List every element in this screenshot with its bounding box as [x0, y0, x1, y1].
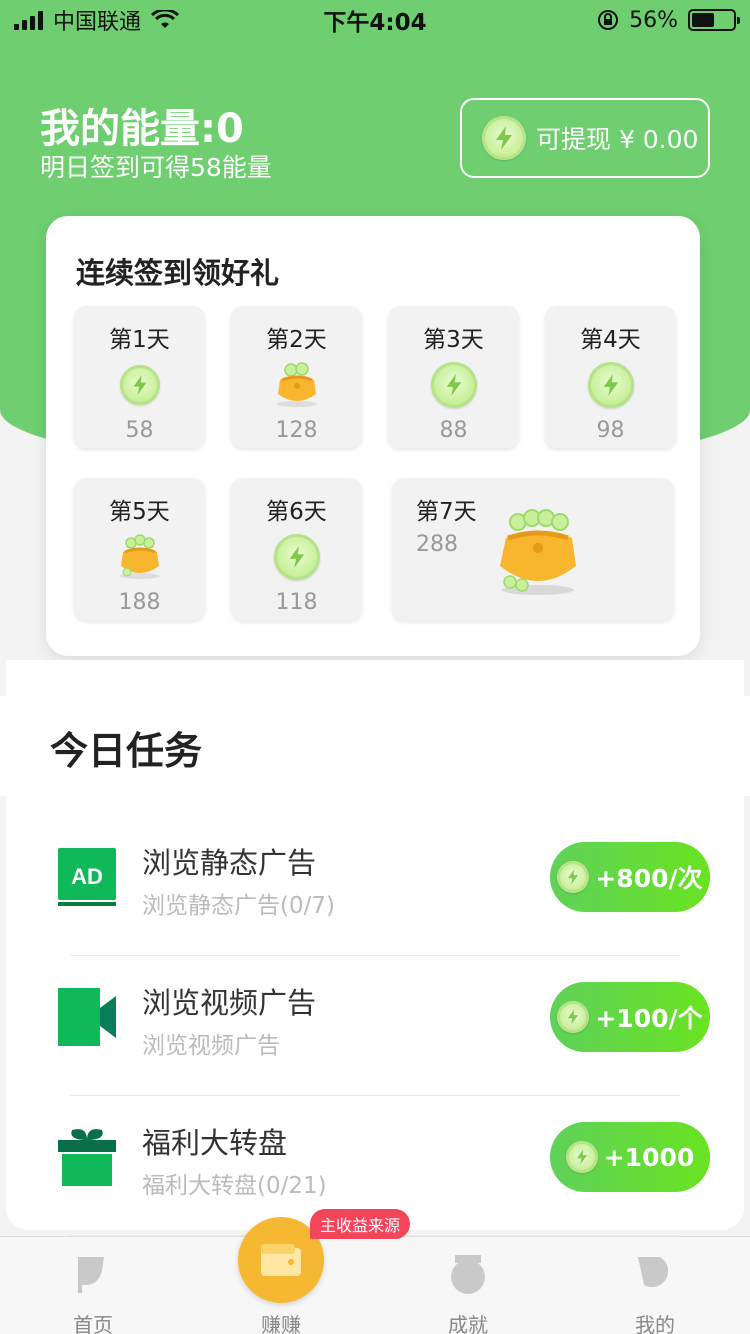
signin-title: 连续签到领好礼	[76, 256, 280, 290]
day-value: 58	[125, 418, 154, 443]
task-reward-label: +800/次	[595, 864, 703, 893]
task-row-static-ad[interactable]: AD 浏览静态广告 浏览静态广告(0/7) +800/次	[56, 816, 710, 956]
tab-label: 首页	[73, 1313, 113, 1334]
tab-label: 我的	[635, 1313, 675, 1334]
status-bar: 中国联通 下午4:04 56%	[0, 0, 750, 40]
big-money-bag-icon	[500, 509, 576, 595]
signin-day-6[interactable]: 第6天 118	[231, 478, 362, 620]
wallet-icon	[261, 1244, 301, 1276]
signin-day-5[interactable]: 第5天 188	[74, 478, 205, 620]
coin-icon	[557, 861, 590, 893]
day-value: 88	[439, 418, 468, 443]
svg-text:AD: AD	[71, 864, 103, 889]
tab-achievement[interactable]: 成就	[408, 1237, 528, 1334]
energy-subtitle: 明日签到可得58能量	[40, 153, 272, 182]
tasks-header: 今日任务	[0, 696, 750, 796]
task-desc: 福利大转盘(0/21)	[142, 1173, 327, 1199]
task-reward-label: +1000	[603, 1142, 695, 1172]
video-icon	[56, 986, 118, 1048]
coin-icon	[430, 362, 477, 408]
coin-icon	[273, 534, 320, 580]
signin-day-1[interactable]: 第1天 58	[74, 306, 205, 448]
battery-icon	[688, 9, 740, 31]
tab-bar: 首页 赚赚 主收益来源 成就 我的	[0, 1209, 750, 1334]
day-label: 第5天	[109, 499, 170, 525]
signin-day-2[interactable]: 第2天 128	[231, 306, 362, 448]
day-value: 118	[275, 590, 318, 615]
day-label: 第3天	[423, 327, 484, 353]
carrier-label: 中国联通	[53, 10, 142, 35]
tab-mine[interactable]: 我的	[595, 1237, 715, 1334]
task-row-video-ad[interactable]: 浏览视频广告 浏览视频广告 +100/个	[56, 956, 710, 1096]
day-value: 288	[416, 532, 458, 557]
tasks-title: 今日任务	[50, 729, 203, 773]
task-reward-button[interactable]: +1000	[550, 1122, 710, 1192]
day-label: 第4天	[580, 327, 641, 353]
day-label: 第7天	[416, 499, 477, 525]
day-label: 第6天	[266, 499, 327, 525]
tab-home[interactable]: 首页	[33, 1237, 153, 1334]
task-desc: 浏览静态广告(0/7)	[142, 893, 335, 919]
gift-icon	[56, 1126, 118, 1188]
day-value: 98	[596, 418, 625, 443]
signin-day-4[interactable]: 第4天 98	[545, 306, 676, 448]
medal-icon	[451, 1255, 485, 1294]
tab-label: 成就	[448, 1313, 488, 1334]
signin-card: 连续签到领好礼 第1天 58 第2天 128 第3天 88 第4天 98 第5天…	[46, 216, 700, 656]
rotation-lock-icon	[598, 10, 619, 30]
task-name: 浏览视频广告	[142, 986, 317, 1020]
withdraw-button[interactable]: 可提现 ¥ 0.00	[460, 98, 710, 178]
tab-label: 赚赚	[261, 1313, 301, 1334]
status-time: 下午4:04	[323, 10, 427, 36]
coin-icon	[119, 365, 160, 405]
day-label: 第2天	[266, 327, 327, 353]
signal-icon	[14, 10, 43, 30]
money-bag-icon	[119, 534, 160, 579]
wifi-icon	[151, 10, 180, 28]
coin-icon	[557, 1001, 590, 1033]
day-value: 128	[275, 418, 318, 443]
earn-badge: 主收益来源	[310, 1209, 411, 1239]
battery-percent: 56%	[629, 7, 678, 33]
task-reward-button[interactable]: +100/个	[550, 982, 710, 1052]
energy-title: 我的能量:0	[40, 106, 244, 152]
flag-icon	[78, 1257, 104, 1293]
task-name: 浏览静态广告	[142, 846, 317, 880]
coin-icon	[587, 362, 634, 408]
task-reward-button[interactable]: +800/次	[550, 842, 710, 912]
task-reward-label: +100/个	[595, 1004, 703, 1033]
coin-icon	[482, 116, 526, 160]
signin-day-7[interactable]: 第7天 288	[392, 478, 674, 620]
money-bag-icon	[276, 362, 317, 407]
task-desc: 浏览视频广告	[142, 1033, 280, 1059]
day-value: 188	[118, 590, 161, 615]
signin-day-3[interactable]: 第3天 88	[388, 306, 519, 448]
coin-icon	[565, 1141, 598, 1173]
task-name: 福利大转盘	[142, 1126, 288, 1160]
withdraw-label: 可提现 ¥ 0.00	[536, 125, 699, 154]
ad-icon: AD	[56, 846, 118, 908]
day-label: 第1天	[109, 327, 170, 353]
user-icon	[638, 1257, 669, 1288]
